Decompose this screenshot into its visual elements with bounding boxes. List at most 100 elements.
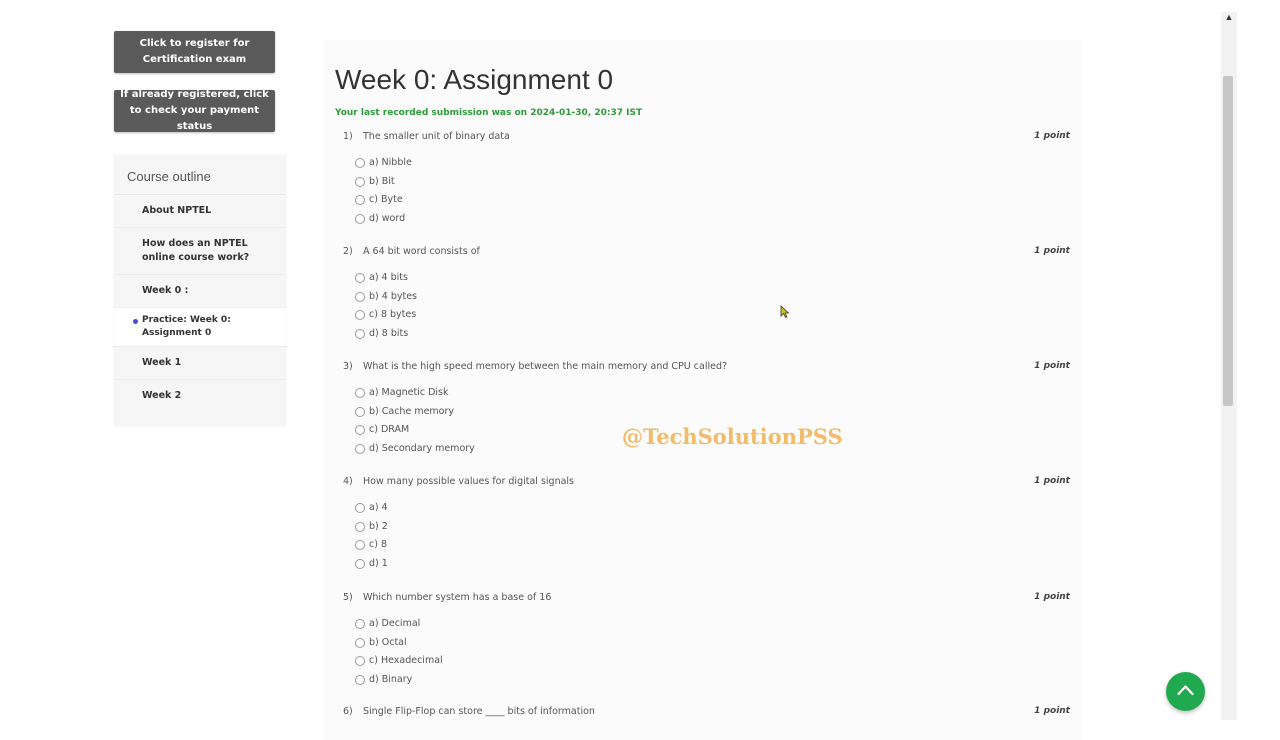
- question-number: 1): [343, 131, 353, 142]
- option-b[interactable]: b) 2: [355, 521, 388, 532]
- question-text: Single Flip-Flop can store ____ bits of …: [363, 706, 595, 717]
- radio-button[interactable]: [355, 157, 365, 168]
- radio-button[interactable]: [355, 176, 365, 187]
- option-a[interactable]: a) Decimal: [355, 618, 420, 629]
- outline-item-practice-assignment-0[interactable]: Practice: Week 0: Assignment 0: [114, 308, 286, 347]
- question-5: 5) Which number system has a base of 16 1…: [343, 592, 1070, 685]
- radio-button[interactable]: [355, 558, 365, 569]
- option-label: d) 8 bits: [369, 328, 409, 339]
- radio-button[interactable]: [355, 637, 365, 648]
- option-label: c) DRAM: [369, 424, 410, 435]
- option-b[interactable]: b) Cache memory: [355, 406, 454, 417]
- page-scrollbar[interactable]: ▲: [1221, 12, 1237, 720]
- question-6: 6) Single Flip-Flop can store ____ bits o…: [343, 706, 1070, 720]
- option-label: b) 4 bytes: [369, 291, 417, 302]
- question-header: 3) What is the high speed memory between …: [343, 361, 1070, 375]
- question-header: 5) Which number system has a base of 16 1…: [343, 592, 1070, 606]
- option-a[interactable]: a) 4 bits: [355, 272, 408, 283]
- question-4: 4) How many possible values for digital s…: [343, 476, 1070, 569]
- option-b[interactable]: b) Octal: [355, 637, 407, 648]
- question-points: 1 point: [1034, 706, 1070, 716]
- outline-item-label: Practice: Week 0: Assignment 0: [142, 315, 231, 338]
- question-points: 1 point: [1034, 131, 1070, 141]
- radio-button[interactable]: [355, 328, 365, 339]
- option-label: b) 2: [369, 521, 388, 532]
- option-c[interactable]: c) DRAM: [355, 424, 409, 435]
- radio-button[interactable]: [355, 521, 365, 532]
- question-1: 1) The smaller unit of binary data 1 poin…: [343, 131, 1070, 224]
- question-number: 6): [343, 706, 353, 717]
- option-c[interactable]: c) 8 bytes: [355, 309, 416, 320]
- option-b[interactable]: b) Bit: [355, 176, 395, 187]
- option-label: c) Hexadecimal: [369, 655, 443, 666]
- option-c[interactable]: c) 8: [355, 539, 387, 550]
- back-to-top-button[interactable]: [1166, 672, 1205, 711]
- option-label: c) Byte: [369, 194, 403, 205]
- option-label: a) Decimal: [369, 618, 421, 629]
- page-title: Week 0: Assignment 0: [335, 64, 614, 95]
- outline-item-label: How does an NPTEL online course work?: [142, 238, 250, 263]
- question-points: 1 point: [1034, 592, 1070, 602]
- assignment-panel: Week 0: Assignment 0 Your last recorded …: [325, 40, 1081, 740]
- radio-button[interactable]: [355, 424, 365, 435]
- radio-button[interactable]: [355, 291, 365, 302]
- radio-button[interactable]: [355, 618, 365, 629]
- option-c[interactable]: c) Byte: [355, 194, 403, 205]
- option-d[interactable]: d) 8 bits: [355, 328, 408, 339]
- option-label: d) Secondary memory: [369, 443, 475, 454]
- question-number: 4): [343, 476, 353, 487]
- radio-button[interactable]: [355, 502, 365, 513]
- left-sidebar: Click to register for Certification exam…: [114, 31, 286, 426]
- option-label: b) Cache memory: [369, 406, 455, 417]
- question-text: The smaller unit of binary data: [363, 131, 510, 142]
- option-d[interactable]: d) 1: [355, 558, 388, 569]
- question-number: 2): [343, 246, 353, 257]
- radio-button[interactable]: [355, 406, 365, 417]
- option-label: d) Binary: [369, 674, 413, 685]
- outline-item-label: Week 2: [142, 390, 182, 401]
- question-points: 1 point: [1034, 246, 1070, 256]
- radio-button[interactable]: [355, 272, 365, 283]
- radio-button[interactable]: [355, 674, 365, 685]
- outline-item-week-1[interactable]: Week 1: [114, 347, 286, 380]
- option-a[interactable]: a) Nibble: [355, 157, 412, 168]
- option-a[interactable]: a) Magnetic Disk: [355, 387, 448, 398]
- outline-item-label: Week 1: [142, 357, 182, 368]
- radio-button[interactable]: [355, 194, 365, 205]
- option-label: a) Nibble: [369, 157, 412, 168]
- question-3: 3) What is the high speed memory between …: [343, 361, 1070, 454]
- caret-up-icon[interactable]: ▲: [1224, 12, 1234, 22]
- option-label: b) Bit: [369, 176, 395, 187]
- radio-button[interactable]: [355, 539, 365, 550]
- outline-item-label: About NPTEL: [142, 205, 212, 216]
- question-points: 1 point: [1034, 361, 1070, 371]
- outline-item-week-2[interactable]: Week 2: [114, 380, 286, 412]
- question-number: 5): [343, 592, 353, 603]
- option-a[interactable]: a) 4: [355, 502, 388, 513]
- option-d[interactable]: d) Binary: [355, 674, 412, 685]
- option-label: a) 4 bits: [369, 272, 408, 283]
- outline-item-how-course-works[interactable]: How does an NPTEL online course work?: [114, 228, 286, 275]
- radio-button[interactable]: [355, 309, 365, 320]
- submission-status: Your last recorded submission was on 202…: [335, 108, 643, 118]
- scrollbar-thumb[interactable]: [1223, 76, 1233, 406]
- register-certification-button[interactable]: Click to register for Certification exam: [114, 31, 275, 73]
- question-header: 2) A 64 bit word consists of 1 point: [343, 246, 1070, 260]
- question-header: 4) How many possible values for digital s…: [343, 476, 1070, 490]
- question-number: 3): [343, 361, 353, 372]
- payment-status-button[interactable]: If already registered, click to check yo…: [114, 89, 275, 132]
- option-b[interactable]: b) 4 bytes: [355, 291, 417, 302]
- option-label: c) 8: [369, 539, 387, 550]
- radio-button[interactable]: [355, 655, 365, 666]
- radio-button[interactable]: [355, 213, 365, 224]
- option-c[interactable]: c) Hexadecimal: [355, 655, 443, 666]
- question-points: 1 point: [1034, 476, 1070, 486]
- course-outline-title: Course outline: [114, 169, 286, 195]
- outline-item-about-nptel[interactable]: About NPTEL: [114, 195, 286, 228]
- option-d[interactable]: d) Secondary memory: [355, 443, 475, 454]
- question-2: 2) A 64 bit word consists of 1 point a) 4…: [343, 246, 1070, 339]
- outline-item-week-0[interactable]: Week 0 :: [114, 275, 286, 308]
- radio-button[interactable]: [355, 387, 365, 398]
- radio-button[interactable]: [355, 443, 365, 454]
- option-d[interactable]: d) word: [355, 213, 405, 224]
